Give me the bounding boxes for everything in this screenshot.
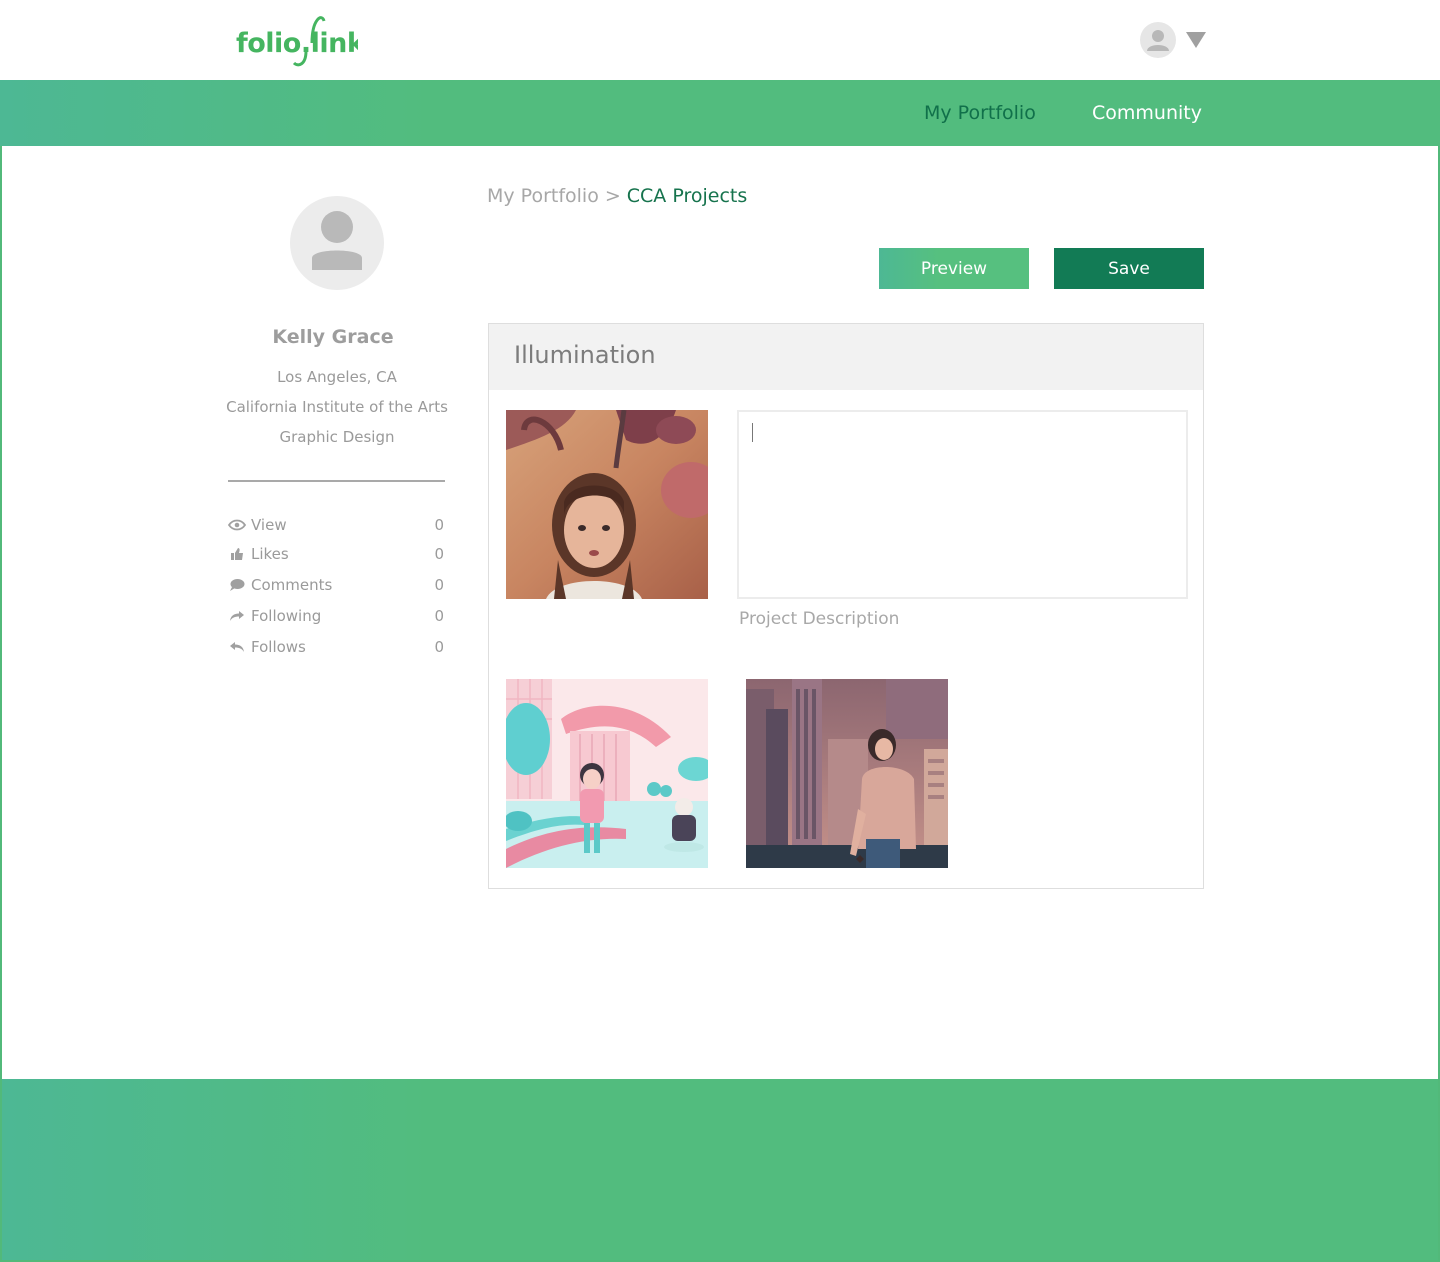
folio-link-logo-icon: folio.link bbox=[236, 16, 358, 67]
stat-label: Following bbox=[251, 607, 322, 625]
profile-major: Graphic Design bbox=[279, 428, 395, 446]
comment-icon bbox=[228, 578, 246, 592]
logo-text: folio.link bbox=[236, 28, 358, 59]
profile-location: Los Angeles, CA bbox=[277, 368, 397, 386]
divider bbox=[228, 480, 445, 482]
project-panel: Illumination Project Description bbox=[488, 323, 1204, 889]
stat-follows: Follows 0 bbox=[228, 637, 444, 657]
nav-my-portfolio[interactable]: My Portfolio bbox=[924, 102, 1036, 124]
breadcrumb-parent[interactable]: My Portfolio bbox=[487, 185, 599, 207]
city-skyline-illustration bbox=[746, 679, 948, 868]
project-header: Illumination bbox=[489, 324, 1203, 390]
project-description-input[interactable] bbox=[737, 410, 1188, 599]
project-image-portrait[interactable] bbox=[506, 410, 708, 599]
user-menu[interactable] bbox=[1140, 22, 1206, 58]
nav-community[interactable]: Community bbox=[1092, 102, 1202, 124]
project-title[interactable]: Illumination bbox=[514, 341, 656, 369]
project-image-skyline[interactable] bbox=[746, 679, 948, 868]
text-cursor bbox=[752, 423, 753, 442]
stat-label: Comments bbox=[251, 576, 333, 594]
stat-likes: Likes 0 bbox=[228, 544, 444, 564]
breadcrumb-separator: > bbox=[604, 185, 621, 207]
preview-button[interactable]: Preview bbox=[879, 248, 1029, 289]
nav-bar: My Portfolio Community bbox=[0, 80, 1440, 146]
profile-avatar bbox=[290, 196, 384, 290]
top-bar: folio.link bbox=[0, 0, 1440, 80]
share-icon bbox=[228, 609, 246, 623]
stat-value: 0 bbox=[434, 638, 444, 656]
stat-value: 0 bbox=[434, 516, 444, 534]
stat-label: Follows bbox=[251, 638, 306, 656]
stat-views: View 0 bbox=[228, 515, 444, 535]
project-description-label: Project Description bbox=[739, 609, 900, 629]
caret-down-icon[interactable] bbox=[1186, 32, 1206, 48]
breadcrumb-current: CCA Projects bbox=[626, 185, 748, 207]
logo[interactable]: folio.link bbox=[236, 8, 358, 72]
user-avatar-icon[interactable] bbox=[1140, 22, 1176, 58]
eye-icon bbox=[228, 518, 246, 532]
save-button[interactable]: Save bbox=[1054, 248, 1204, 289]
stat-value: 0 bbox=[434, 607, 444, 625]
portrait-illustration bbox=[506, 410, 708, 599]
user-avatar-icon bbox=[312, 211, 362, 270]
project-image-park[interactable] bbox=[506, 679, 708, 868]
stat-following: Following 0 bbox=[228, 606, 444, 626]
stat-value: 0 bbox=[434, 576, 444, 594]
stat-comments: Comments 0 bbox=[228, 575, 444, 595]
breadcrumb: My Portfolio > CCA Projects bbox=[487, 185, 747, 207]
profile-school: California Institute of the Arts bbox=[226, 398, 448, 416]
stat-label: Likes bbox=[251, 545, 289, 563]
stat-label: View bbox=[251, 516, 287, 534]
thumbs-up-icon bbox=[228, 547, 246, 561]
profile-name: Kelly Grace bbox=[272, 326, 394, 348]
stat-value: 0 bbox=[434, 545, 444, 563]
reply-icon bbox=[228, 640, 246, 654]
city-park-illustration bbox=[506, 679, 708, 868]
footer bbox=[2, 1079, 1438, 1260]
